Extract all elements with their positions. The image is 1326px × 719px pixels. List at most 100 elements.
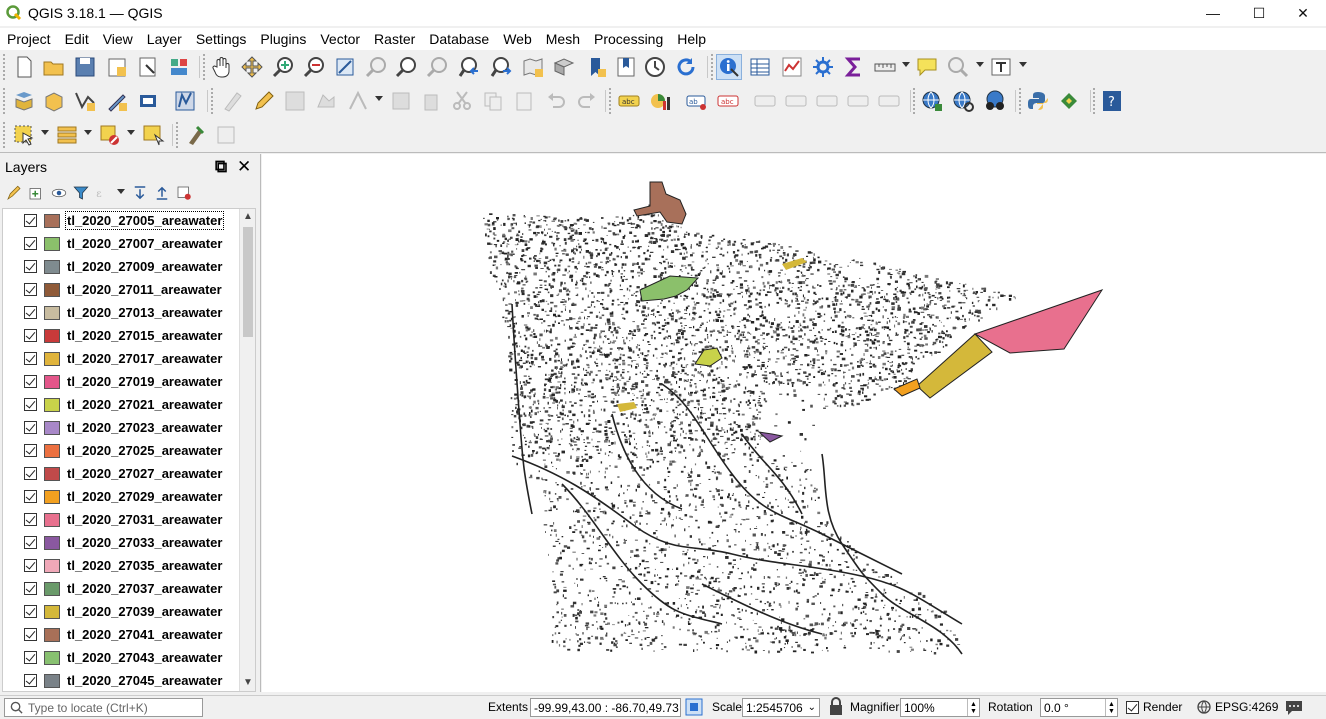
layer-visibility-checkbox[interactable]: [24, 329, 37, 342]
toolbar-grip[interactable]: [203, 54, 207, 80]
toolbar-grip[interactable]: [913, 88, 917, 114]
settings-gear-icon[interactable]: [810, 54, 836, 80]
layer-row[interactable]: tl_2020_27019_areawater: [3, 370, 243, 393]
layer-visibility-checkbox[interactable]: [24, 306, 37, 319]
layer-row[interactable]: tl_2020_27037_areawater: [3, 577, 243, 600]
menu-edit[interactable]: Edit: [58, 31, 96, 47]
sum-sigma-icon[interactable]: [841, 54, 867, 80]
layer-symbol-swatch[interactable]: [44, 535, 60, 550]
new-shapefile-icon[interactable]: [72, 88, 98, 114]
layer-row[interactable]: tl_2020_27009_areawater: [3, 255, 243, 278]
map-canvas[interactable]: [262, 154, 1326, 692]
layer-visibility-checkbox[interactable]: [24, 398, 37, 411]
menu-processing[interactable]: Processing: [587, 31, 670, 47]
text-annotation-icon[interactable]: [988, 54, 1014, 80]
layer-symbol-swatch[interactable]: [44, 581, 60, 596]
python-console-icon[interactable]: [1025, 88, 1051, 114]
layer-symbol-swatch[interactable]: [44, 282, 60, 297]
layer-symbol-swatch[interactable]: [44, 673, 60, 688]
layer-symbol-swatch[interactable]: [44, 236, 60, 251]
open-project-icon[interactable]: [41, 54, 67, 80]
show-bookmarks-icon[interactable]: [613, 54, 639, 80]
new-virtual-layer-icon[interactable]: [135, 88, 161, 114]
new-bookmark-icon[interactable]: [583, 54, 609, 80]
layer-visibility-checkbox[interactable]: [24, 352, 37, 365]
select-location-icon[interactable]: [140, 122, 166, 148]
expand-all-icon[interactable]: [129, 182, 151, 204]
select-dropdown[interactable]: [41, 130, 49, 135]
layer-visibility-checkbox[interactable]: [24, 582, 37, 595]
layer-symbol-swatch[interactable]: [44, 397, 60, 412]
layer-row[interactable]: tl_2020_27039_areawater: [3, 600, 243, 623]
layer-symbol-swatch[interactable]: [44, 259, 60, 274]
menu-raster[interactable]: Raster: [367, 31, 422, 47]
current-edits-icon[interactable]: [220, 88, 246, 114]
pin-diagram-icon[interactable]: [876, 88, 902, 114]
data-source-manager-icon[interactable]: [11, 88, 37, 114]
layer-visibility-checkbox[interactable]: [24, 490, 37, 503]
menu-project[interactable]: Project: [0, 31, 58, 47]
select-by-value-dropdown[interactable]: [84, 130, 92, 135]
layer-styling-icon[interactable]: [3, 182, 25, 204]
layer-symbol-swatch[interactable]: [44, 627, 60, 642]
save-edits-icon[interactable]: [282, 88, 308, 114]
new-project-icon[interactable]: [11, 54, 37, 80]
layer-symbol-swatch[interactable]: [44, 328, 60, 343]
layer-row[interactable]: tl_2020_27021_areawater: [3, 393, 243, 416]
layer-symbol-swatch[interactable]: [44, 512, 60, 527]
undo-icon[interactable]: [543, 88, 569, 114]
layer-symbol-swatch[interactable]: [44, 466, 60, 481]
toolbar-grip[interactable]: [3, 88, 7, 114]
change-label-icon[interactable]: [814, 88, 840, 114]
annotation-dropdown[interactable]: [1019, 62, 1027, 67]
layer-row[interactable]: tl_2020_27029_areawater: [3, 485, 243, 508]
layer-visibility-checkbox[interactable]: [24, 674, 37, 687]
layer-visibility-checkbox[interactable]: [24, 651, 37, 664]
layer-row[interactable]: tl_2020_27041_areawater: [3, 623, 243, 646]
layer-visibility-checkbox[interactable]: [24, 513, 37, 526]
toolbar-grip[interactable]: [176, 122, 180, 148]
menu-settings[interactable]: Settings: [189, 31, 254, 47]
add-feature-icon[interactable]: [313, 88, 339, 114]
save-project-icon[interactable]: [72, 54, 98, 80]
layer-row[interactable]: tl_2020_27035_areawater: [3, 554, 243, 577]
layer-visibility-checkbox[interactable]: [24, 444, 37, 457]
statistics-summary-icon[interactable]: [779, 54, 805, 80]
filter-legend-icon[interactable]: [70, 182, 92, 204]
raster-tool-icon[interactable]: [213, 122, 239, 148]
layer-symbol-swatch[interactable]: [44, 604, 60, 619]
new-map-view-icon[interactable]: [520, 54, 546, 80]
metasearch-globe-icon[interactable]: [919, 88, 945, 114]
menu-view[interactable]: View: [96, 31, 140, 47]
zoom-next-icon[interactable]: [488, 54, 514, 80]
show-hide-labels-icon[interactable]: abc: [715, 88, 741, 114]
layer-symbol-swatch[interactable]: [44, 351, 60, 366]
style-manager-icon[interactable]: [166, 54, 192, 80]
layer-row[interactable]: tl_2020_27023_areawater: [3, 416, 243, 439]
zoom-in-icon[interactable]: [270, 54, 296, 80]
map-tips-icon[interactable]: [914, 54, 940, 80]
add-polygon-layer-icon[interactable]: [172, 88, 198, 114]
scroll-down-icon[interactable]: ▼: [243, 677, 253, 688]
pan-hand-icon[interactable]: [209, 54, 235, 80]
paste-features-icon[interactable]: [511, 88, 537, 114]
filter-by-expression-icon[interactable]: ε: [92, 182, 114, 204]
layer-symbol-swatch[interactable]: [44, 650, 60, 665]
menu-vector[interactable]: Vector: [313, 31, 367, 47]
layer-row[interactable]: tl_2020_27013_areawater: [3, 301, 243, 324]
zoom-to-selection-icon[interactable]: [363, 54, 389, 80]
new-3d-map-icon[interactable]: [551, 54, 577, 80]
attribute-table-icon[interactable]: [747, 54, 773, 80]
layer-visibility-checkbox[interactable]: [24, 214, 37, 227]
copy-features-icon[interactable]: [480, 88, 506, 114]
toolbar-grip[interactable]: [1093, 88, 1097, 114]
manage-themes-icon[interactable]: [48, 182, 70, 204]
layer-row[interactable]: tl_2020_27011_areawater: [3, 278, 243, 301]
layer-symbol-swatch[interactable]: [44, 420, 60, 435]
menu-database[interactable]: Database: [422, 31, 496, 47]
menu-plugins[interactable]: Plugins: [253, 31, 313, 47]
layer-symbol-swatch[interactable]: [44, 558, 60, 573]
layer-row[interactable]: tl_2020_27043_areawater: [3, 646, 243, 669]
menu-layer[interactable]: Layer: [140, 31, 189, 47]
layer-symbol-swatch[interactable]: [44, 374, 60, 389]
